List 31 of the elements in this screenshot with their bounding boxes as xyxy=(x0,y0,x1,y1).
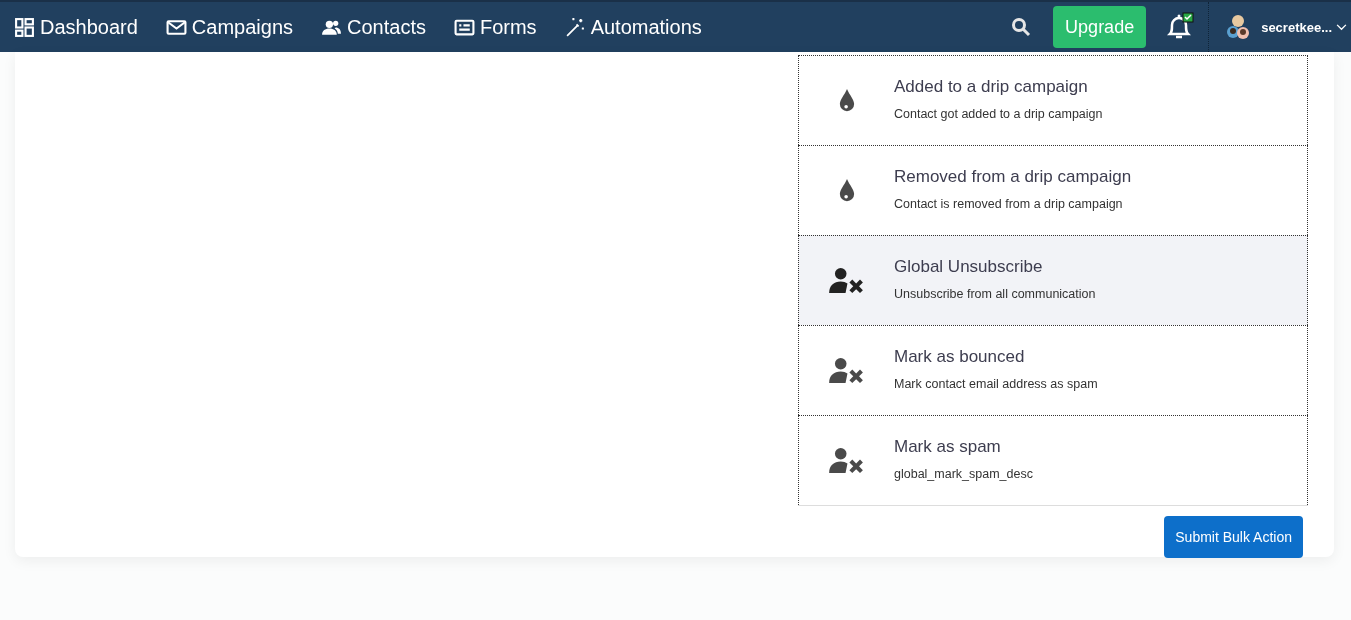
nav-link[interactable]: Campaigns xyxy=(165,15,293,39)
nav-link[interactable]: Dashboard xyxy=(14,15,138,39)
caret-icon[interactable] xyxy=(1336,23,1347,31)
action-title: Mark as spam xyxy=(894,436,1002,457)
action-list-item[interactable]: Global Unsubscribe Unsubscribe from all communication xyxy=(798,235,1308,325)
user-remove-icon xyxy=(829,267,864,294)
nav-link[interactable]: Contacts xyxy=(321,15,426,39)
dashboard-icon xyxy=(14,16,35,38)
action-title: Removed from a drip campaign xyxy=(894,166,1132,187)
action-description: global_mark_spam_desc xyxy=(894,466,1033,481)
action-description: Contact is removed from a drip campaign xyxy=(894,196,1124,211)
user-name[interactable]: secretkee... xyxy=(1261,19,1332,35)
magic-wand-icon xyxy=(564,16,586,38)
action-title: Added to a drip campaign xyxy=(894,76,1089,97)
drop-icon xyxy=(837,178,856,203)
action-list-item[interactable]: Added to a drip campaign Contact got added to a drip campaign xyxy=(798,55,1308,145)
user-remove-icon xyxy=(829,357,864,384)
action-title: Global Unsubscribe xyxy=(894,256,1044,277)
drop-icon xyxy=(837,88,856,113)
action-title: Mark as bounced xyxy=(894,346,1026,367)
nav-link[interactable]: Forms xyxy=(453,15,537,39)
action-description: Mark contact email address as spam xyxy=(894,376,1098,391)
action-list-item[interactable]: Removed from a drip campaign Contact is removed from a drip campaign xyxy=(798,145,1308,235)
action-list-item[interactable]: Mark as spam global_mark_spam_desc xyxy=(798,415,1308,505)
nav-link[interactable]: Automations xyxy=(564,15,702,39)
action-description: Contact got added to a drip campaign xyxy=(894,106,1103,121)
submit-bulk-action-button[interactable]: Submit Bulk Action xyxy=(1164,516,1303,558)
action-list-item[interactable]: Mark as bounced Mark contact email address as spam xyxy=(798,325,1308,415)
search-icon[interactable] xyxy=(1011,17,1032,37)
action-description: Unsubscribe from all communication xyxy=(894,286,1096,301)
user-remove-icon xyxy=(829,447,864,474)
